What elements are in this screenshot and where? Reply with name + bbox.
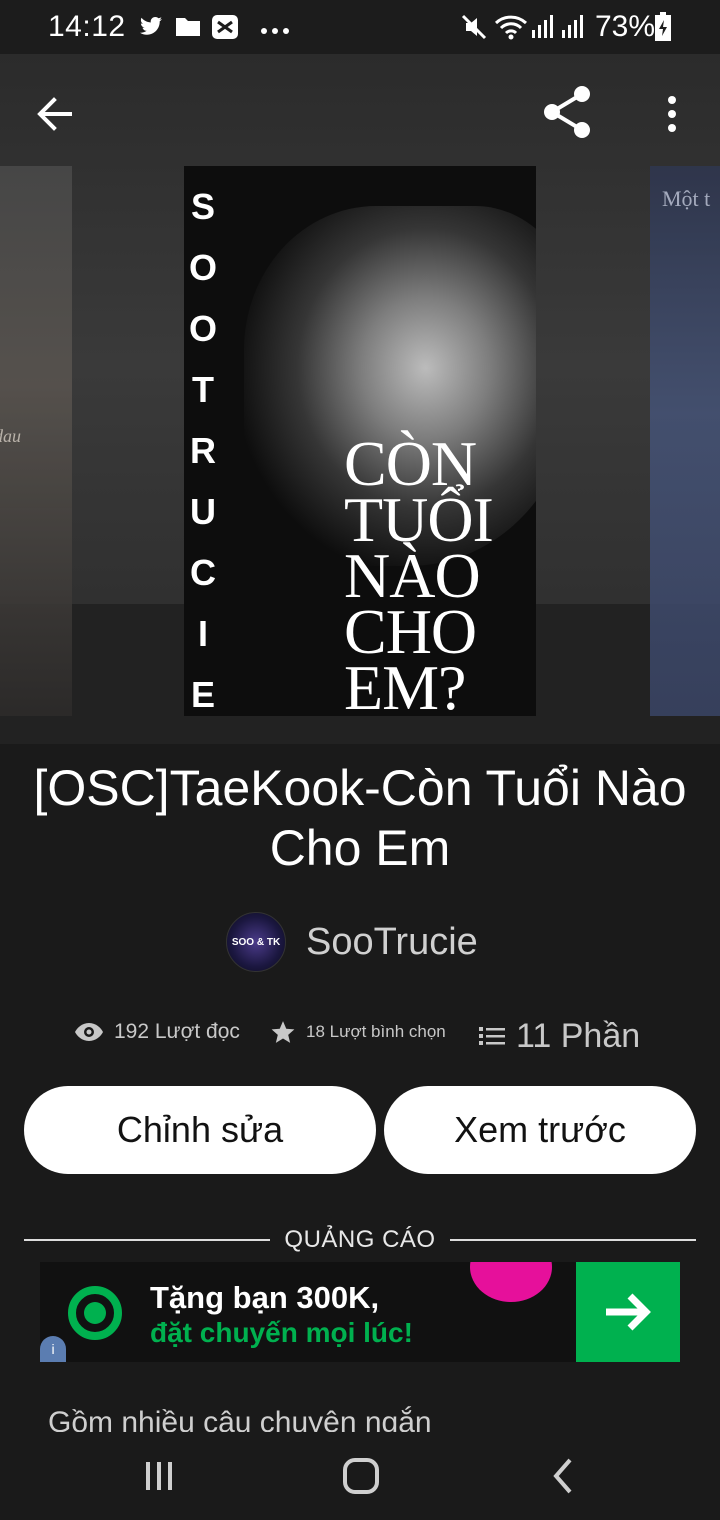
cover-letter: C [190, 552, 216, 593]
avatar-text: SOO & TK [231, 936, 281, 948]
share-icon [544, 86, 590, 138]
ad-headline: Tặng bạn 300K, [150, 1280, 380, 1315]
grab-logo-icon [68, 1286, 122, 1340]
cover-title-line: EM? [344, 652, 466, 717]
wifi-icon [494, 13, 528, 46]
ad-label: QUẢNG CÁO [284, 1226, 436, 1253]
reads-stat: 192 Lượt đọc [74, 1004, 240, 1060]
ad-subheadline: đặt chuyến mọi lúc! [150, 1317, 413, 1348]
status-time: 14:12 [48, 10, 126, 43]
more-options-button[interactable] [654, 88, 690, 140]
parts-stat: 11 Phần [478, 1008, 640, 1064]
cover-title-text: CÒN TUỔI NÀO CHO EM? [344, 432, 494, 717]
previous-cover-text: dau [0, 426, 21, 446]
signal-icon [530, 12, 554, 45]
edit-button[interactable]: Chỉnh sửa [24, 1086, 376, 1174]
more-vertical-icon [668, 96, 676, 132]
cover-author-text: S O O T R U C I E [184, 176, 222, 716]
author-name[interactable]: SooTrucie [306, 921, 478, 964]
story-title: [OSC]TaeKook-Còn Tuổi Nào Cho Em [33, 760, 687, 876]
home-icon [343, 1458, 379, 1494]
story-cover[interactable]: S O O T R U C I E CÒN TUỔI NÀO CHO EM? [184, 166, 536, 716]
cover-letter: O [188, 247, 217, 288]
story-description: Gồm nhiều câu chuyện ngắn [48, 1402, 688, 1436]
parts-count: 11 Phần [516, 1016, 641, 1055]
recent-apps-button[interactable] [142, 1454, 176, 1498]
signal-icon [560, 12, 584, 45]
ad-label-row: QUẢNG CÁO [24, 1222, 696, 1258]
more-dots-icon [260, 22, 290, 40]
ad-cta-button[interactable] [576, 1262, 680, 1362]
ad-info-icon[interactable]: i [40, 1336, 66, 1362]
preview-button[interactable]: Xem trước [384, 1086, 696, 1174]
recent-apps-icon [146, 1462, 172, 1490]
home-button[interactable] [342, 1454, 380, 1498]
next-cover-text: Một t [662, 186, 711, 211]
arrow-right-icon [606, 1293, 651, 1331]
votes-count: 18 Lượt bình chọn [306, 1022, 446, 1041]
cover-letter: U [190, 491, 216, 532]
ad-decoration [470, 1262, 552, 1302]
eye-icon [75, 1023, 103, 1041]
twitter-icon [138, 14, 164, 43]
back-icon [553, 1458, 572, 1494]
battery-charging-icon [654, 12, 672, 47]
cover-carousel: dau Một t S O O T R U C I E CÒN TUỔI NÀO… [0, 54, 720, 744]
star-icon [271, 1021, 295, 1043]
avatar[interactable]: SOO & TK [226, 912, 286, 972]
cover-letter: E [190, 674, 215, 715]
arrow-left-icon [37, 97, 72, 131]
cover-letter: I [197, 613, 208, 654]
capcut-icon [210, 13, 240, 46]
reads-count: 192 Lượt đọc [114, 1020, 240, 1043]
system-back-button[interactable] [548, 1454, 578, 1498]
cover-letter: R [190, 430, 216, 471]
share-button[interactable] [540, 84, 596, 140]
back-button[interactable] [30, 88, 82, 140]
votes-stat: 18 Lượt bình chọn [270, 1004, 446, 1060]
next-story-cover[interactable]: Một t [650, 166, 720, 716]
story-stats: 192 Lượt đọc 18 Lượt bình chọn 11 Phần [0, 1004, 720, 1060]
author-row[interactable]: SOO & TK SooTrucie [226, 910, 478, 974]
mute-icon [460, 13, 488, 46]
folder-icon [174, 15, 202, 44]
status-bar: 14:12 73% [0, 0, 720, 54]
battery-level: 73% [595, 10, 656, 43]
ad-banner[interactable]: Tặng bạn 300K, đặt chuyến mọi lúc! i [40, 1262, 680, 1362]
cover-letter: O [188, 308, 217, 349]
previous-story-cover[interactable]: dau [0, 166, 72, 716]
navigation-bar [0, 1432, 720, 1520]
cover-letter: T [192, 369, 214, 410]
cover-letter: S [190, 186, 215, 227]
list-icon [479, 1027, 505, 1045]
